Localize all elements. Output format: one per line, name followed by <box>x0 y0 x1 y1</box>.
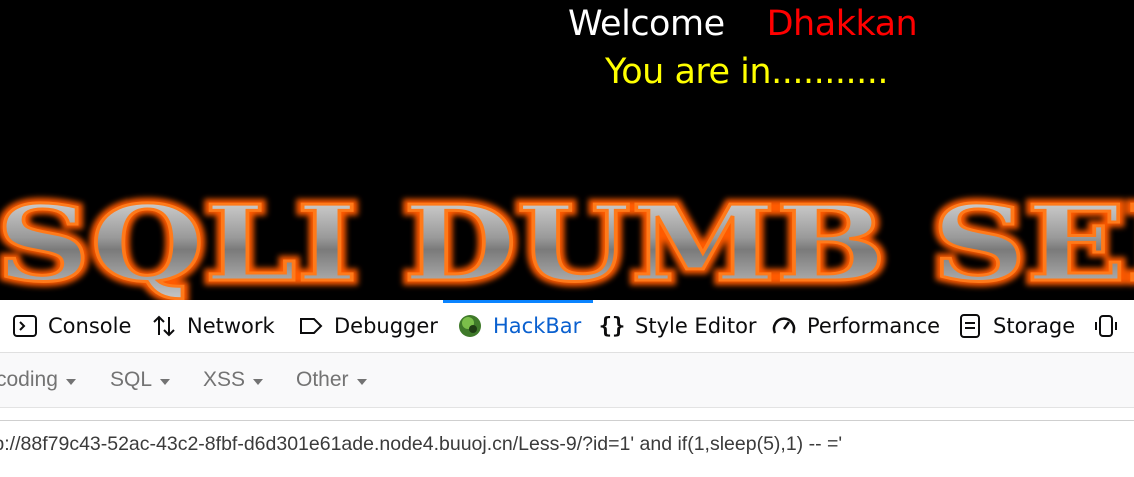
chevron-down-icon <box>253 378 264 385</box>
chevron-down-icon <box>160 378 171 385</box>
tab-label: Performance <box>807 314 941 338</box>
xss-menu[interactable]: XSS <box>203 353 264 407</box>
tab-label: Storage <box>993 314 1076 338</box>
tab-label: Network <box>187 314 275 338</box>
tab-style-editor[interactable]: {} Style Editor <box>599 300 757 352</box>
tab-label: Debugger <box>334 314 438 338</box>
accessibility-icon <box>1093 313 1119 339</box>
hackbar-menubar: coding SQL XSS Other <box>0 353 1134 408</box>
tab-accessibility[interactable] <box>1093 300 1129 352</box>
menu-label: coding <box>0 368 58 391</box>
console-icon <box>12 313 38 339</box>
devtools-toolbar: Console Network Debugger HackBar {} Styl… <box>0 300 1134 353</box>
welcome-label: Welcome <box>568 4 725 44</box>
login-status: You are in........... <box>605 52 888 92</box>
storage-icon <box>957 313 983 339</box>
page-viewport: Welcome Dhakkan You are in........... SQL… <box>0 0 1134 300</box>
hackbar-icon <box>457 313 483 339</box>
tab-performance[interactable]: Performance <box>771 300 940 352</box>
menu-label: XSS <box>203 368 246 391</box>
tab-storage[interactable]: Storage <box>957 300 1075 352</box>
url-value[interactable]: tp://88f79c43-52ac-43c2-8fbf-d6d301e61ad… <box>0 433 842 456</box>
tab-hackbar[interactable]: HackBar <box>442 300 594 352</box>
tab-label: Style Editor <box>635 314 757 338</box>
debugger-icon <box>298 313 324 339</box>
menu-label: Other <box>296 368 349 391</box>
tab-network[interactable]: Network <box>151 300 275 352</box>
network-icon <box>151 313 177 339</box>
tab-console[interactable]: Console <box>12 300 131 352</box>
tab-debugger[interactable]: Debugger <box>298 300 438 352</box>
username: Dhakkan <box>766 4 918 44</box>
menu-label: SQL <box>110 368 153 391</box>
banner-text: SQLI DUMB SERI <box>0 190 1134 300</box>
performance-icon <box>771 313 797 339</box>
encoding-menu[interactable]: coding <box>0 353 76 407</box>
other-menu[interactable]: Other <box>296 353 367 407</box>
welcome-line: Welcome Dhakkan <box>568 4 918 44</box>
url-textarea[interactable]: tp://88f79c43-52ac-43c2-8fbf-d6d301e61ad… <box>0 420 1134 477</box>
chevron-down-icon <box>356 378 367 385</box>
tab-label: Console <box>48 314 132 338</box>
chevron-down-icon <box>65 378 76 385</box>
tab-label: HackBar <box>493 314 582 338</box>
style-editor-icon: {} <box>598 313 626 339</box>
sqli-banner: SQLI DUMB SERI SQLI DUMB SERI <box>0 190 1134 300</box>
sql-menu[interactable]: SQL <box>110 353 171 407</box>
